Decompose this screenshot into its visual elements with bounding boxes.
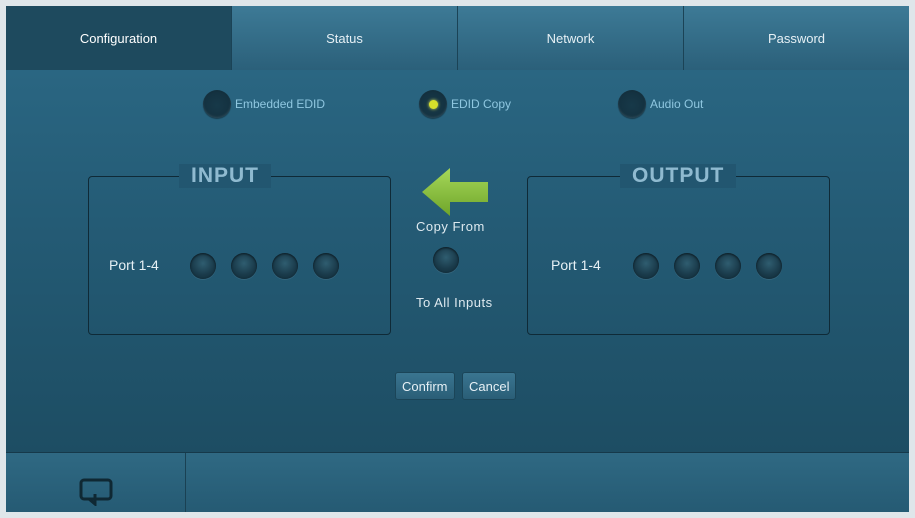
input-port-4-button[interactable] — [313, 253, 339, 279]
input-port-1-button[interactable] — [190, 253, 216, 279]
embedded-edid-label: Embedded EDID — [235, 97, 326, 111]
output-port-label: Port 1-4 — [551, 257, 601, 273]
return-icon[interactable] — [79, 478, 115, 506]
output-title: OUTPUT — [620, 164, 737, 188]
device-panel: Configuration Status Network Password Em… — [6, 6, 909, 512]
embedded-edid-option[interactable]: Embedded EDID — [203, 89, 325, 119]
confirm-button[interactable]: Confirm — [395, 372, 455, 400]
input-port-label: Port 1-4 — [109, 257, 159, 273]
input-port-group — [190, 253, 354, 279]
footer-divider — [185, 453, 186, 512]
cancel-button[interactable]: Cancel — [462, 372, 517, 400]
input-title: INPUT — [179, 164, 271, 188]
left-arrow-icon — [422, 168, 488, 216]
edid-copy-option[interactable]: EDID Copy — [419, 89, 511, 119]
tab-status[interactable]: Status — [231, 6, 457, 70]
output-panel: OUTPUT Port 1-4 — [527, 164, 830, 335]
input-port-2-button[interactable] — [231, 253, 257, 279]
edid-copy-radio[interactable] — [419, 90, 447, 118]
output-port-4-button[interactable] — [756, 253, 782, 279]
audio-out-radio[interactable] — [618, 90, 646, 118]
input-panel: INPUT Port 1-4 — [88, 164, 391, 335]
copy-to-all-button[interactable] — [433, 247, 459, 273]
footer-bar — [6, 452, 909, 512]
tab-bar: Configuration Status Network Password — [6, 6, 909, 70]
audio-out-option[interactable]: Audio Out — [618, 89, 703, 119]
embedded-edid-radio[interactable] — [203, 90, 231, 118]
edid-copy-label: EDID Copy — [451, 97, 512, 111]
tab-network[interactable]: Network — [457, 6, 683, 70]
to-all-inputs-label: To All Inputs — [416, 295, 493, 310]
selected-indicator — [428, 99, 438, 109]
input-port-3-button[interactable] — [272, 253, 298, 279]
tab-configuration[interactable]: Configuration — [6, 6, 231, 70]
output-port-group — [633, 253, 797, 279]
copy-from-label: Copy From — [416, 219, 485, 234]
audio-out-label: Audio Out — [650, 97, 704, 111]
tab-password[interactable]: Password — [683, 6, 909, 70]
output-port-1-button[interactable] — [633, 253, 659, 279]
output-port-3-button[interactable] — [715, 253, 741, 279]
output-port-2-button[interactable] — [674, 253, 700, 279]
